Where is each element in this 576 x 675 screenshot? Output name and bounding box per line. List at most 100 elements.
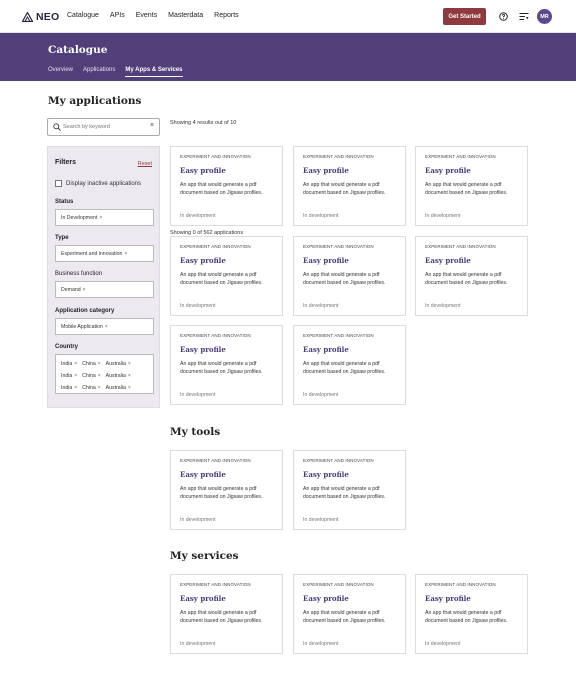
country-chip[interactable]: India × bbox=[61, 385, 77, 391]
card-status: In development bbox=[425, 641, 461, 647]
results-count: Showing 4 results out of 10 bbox=[170, 120, 237, 126]
card-title[interactable]: Easy profile bbox=[425, 256, 471, 265]
country-chip[interactable]: China × bbox=[82, 373, 100, 379]
card-title[interactable]: Easy profile bbox=[425, 166, 471, 175]
card-title[interactable]: Easy profile bbox=[180, 256, 226, 265]
remove-chip-icon[interactable]: × bbox=[99, 215, 102, 221]
inactive-apps-checkbox[interactable] bbox=[55, 180, 62, 187]
nav-reports[interactable]: Reports bbox=[214, 12, 239, 19]
remove-chip-icon[interactable]: × bbox=[128, 385, 131, 391]
card-category: EXPERIMENT AND INNOVATION bbox=[180, 333, 251, 338]
app-card[interactable]: EXPERIMENT AND INNOVATION Easy profile An … bbox=[415, 236, 528, 316]
tab-overview[interactable]: Overview bbox=[48, 67, 73, 77]
remove-chip-icon[interactable]: × bbox=[98, 361, 101, 367]
country-chip[interactable]: India × bbox=[61, 373, 77, 379]
card-title[interactable]: Easy profile bbox=[425, 594, 471, 603]
card-title[interactable]: Easy profile bbox=[180, 470, 226, 479]
country-chip[interactable]: China × bbox=[82, 385, 100, 391]
card-status: In development bbox=[303, 213, 339, 219]
app-card[interactable]: EXPERIMENT AND INNOVATION Easy profile An … bbox=[293, 325, 406, 405]
app-card[interactable]: EXPERIMENT AND INNOVATION Easy profile An … bbox=[415, 146, 528, 226]
filter-settings-icon[interactable] bbox=[519, 12, 529, 21]
nav-apis[interactable]: APIs bbox=[110, 12, 125, 19]
card-description: An app that would generate a pdf documen… bbox=[180, 361, 263, 376]
app-card[interactable]: EXPERIMENT AND INNOVATION Easy profile An … bbox=[170, 236, 283, 316]
card-description: An app that would generate a pdf documen… bbox=[303, 272, 386, 287]
remove-chip-icon[interactable]: × bbox=[98, 373, 101, 379]
country-chip[interactable]: Australia × bbox=[106, 361, 131, 367]
business-function-label: Business function bbox=[55, 271, 103, 277]
nav-catalogue[interactable]: Catalogue bbox=[67, 12, 99, 19]
help-icon[interactable] bbox=[499, 12, 508, 21]
country-filter-field[interactable]: India × China × Australia × India × China × A… bbox=[55, 354, 154, 394]
remove-chip-icon[interactable]: × bbox=[128, 361, 131, 367]
card-title[interactable]: Easy profile bbox=[303, 166, 349, 175]
card-status: In development bbox=[180, 392, 216, 398]
type-chip[interactable]: Experiment and innovation × bbox=[61, 251, 127, 257]
logo-triangle-icon bbox=[22, 12, 33, 22]
user-avatar[interactable]: MR bbox=[537, 9, 552, 24]
tab-applications[interactable]: Applications bbox=[83, 67, 115, 77]
card-title[interactable]: Easy profile bbox=[303, 594, 349, 603]
tab-my-apps-services[interactable]: My Apps & Services bbox=[125, 67, 183, 77]
business-function-field[interactable]: Demand × bbox=[55, 281, 154, 298]
card-status: In development bbox=[303, 641, 339, 647]
app-card[interactable]: EXPERIMENT AND INNOVATION Easy profile An … bbox=[415, 574, 528, 654]
inactive-apps-checkbox-row[interactable]: Display inactive applications bbox=[55, 180, 141, 187]
card-title[interactable]: Easy profile bbox=[303, 470, 349, 479]
card-title[interactable]: Easy profile bbox=[180, 166, 226, 175]
status-filter-field[interactable]: In Development × bbox=[55, 209, 154, 226]
search-input[interactable] bbox=[63, 121, 143, 133]
clear-search-icon[interactable]: × bbox=[150, 122, 154, 129]
app-card[interactable]: EXPERIMENT AND INNOVATION Easy profile An … bbox=[170, 574, 283, 654]
remove-chip-icon[interactable]: × bbox=[124, 251, 127, 257]
country-chip[interactable]: India × bbox=[61, 361, 77, 367]
card-title[interactable]: Easy profile bbox=[180, 345, 226, 354]
business-chip[interactable]: Demand × bbox=[61, 287, 86, 293]
remove-chip-icon[interactable]: × bbox=[105, 324, 108, 330]
type-chip-label: Experiment and innovation bbox=[61, 250, 123, 257]
card-title[interactable]: Easy profile bbox=[180, 594, 226, 603]
card-description: An app that would generate a pdf documen… bbox=[303, 610, 386, 625]
app-card[interactable]: EXPERIMENT AND INNOVATION Easy profile An … bbox=[170, 146, 283, 226]
card-title[interactable]: Easy profile bbox=[303, 256, 349, 265]
country-chip[interactable]: China × bbox=[82, 361, 100, 367]
app-card[interactable]: EXPERIMENT AND INNOVATION Easy profile An … bbox=[293, 236, 406, 316]
remove-chip-icon[interactable]: × bbox=[74, 361, 77, 367]
country-chip[interactable]: Australia × bbox=[106, 385, 131, 391]
nav-events[interactable]: Events bbox=[136, 12, 157, 19]
app-card[interactable]: EXPERIMENT AND INNOVATION Easy profile An … bbox=[293, 450, 406, 530]
card-description: An app that would generate a pdf documen… bbox=[180, 272, 263, 287]
remove-chip-icon[interactable]: × bbox=[98, 385, 101, 391]
app-card[interactable]: EXPERIMENT AND INNOVATION Easy profile An … bbox=[170, 450, 283, 530]
category-chip[interactable]: Mobile Application × bbox=[61, 324, 108, 330]
nav-masterdata[interactable]: Masterdata bbox=[168, 12, 203, 19]
card-description: An app that would generate a pdf documen… bbox=[180, 182, 263, 197]
remove-chip-icon[interactable]: × bbox=[74, 385, 77, 391]
country-chip-label: Australia bbox=[105, 385, 126, 391]
card-title[interactable]: Easy profile bbox=[303, 345, 349, 354]
app-card[interactable]: EXPERIMENT AND INNOVATION Easy profile An … bbox=[293, 146, 406, 226]
card-description: An app that would generate a pdf documen… bbox=[180, 486, 263, 501]
card-description: An app that would generate a pdf documen… bbox=[303, 361, 386, 376]
top-navbar: NEO Catalogue APIs Events Masterdata Rep… bbox=[0, 0, 576, 33]
reset-filters-link[interactable]: Reset bbox=[138, 161, 152, 167]
card-status: In development bbox=[425, 303, 461, 309]
country-chip-label: China bbox=[82, 385, 96, 391]
status-chip-label: In Development bbox=[61, 214, 98, 221]
neo-logo[interactable]: NEO bbox=[22, 11, 59, 23]
country-chip-label: China bbox=[82, 361, 96, 367]
status-chip[interactable]: In Development × bbox=[61, 215, 102, 221]
type-filter-field[interactable]: Experiment and innovation × bbox=[55, 245, 154, 262]
app-category-field[interactable]: Mobile Application × bbox=[55, 318, 154, 335]
remove-chip-icon[interactable]: × bbox=[128, 373, 131, 379]
get-started-button[interactable]: Get Started bbox=[443, 8, 486, 25]
remove-chip-icon[interactable]: × bbox=[83, 287, 86, 293]
country-chip[interactable]: Australia × bbox=[106, 373, 131, 379]
main-nav: Catalogue APIs Events Masterdata Reports bbox=[67, 12, 239, 19]
app-card[interactable]: EXPERIMENT AND INNOVATION Easy profile An … bbox=[170, 325, 283, 405]
business-chip-label: Demand bbox=[61, 286, 81, 293]
remove-chip-icon[interactable]: × bbox=[74, 373, 77, 379]
card-description: An app that would generate a pdf documen… bbox=[303, 182, 386, 197]
app-card[interactable]: EXPERIMENT AND INNOVATION Easy profile An … bbox=[293, 574, 406, 654]
